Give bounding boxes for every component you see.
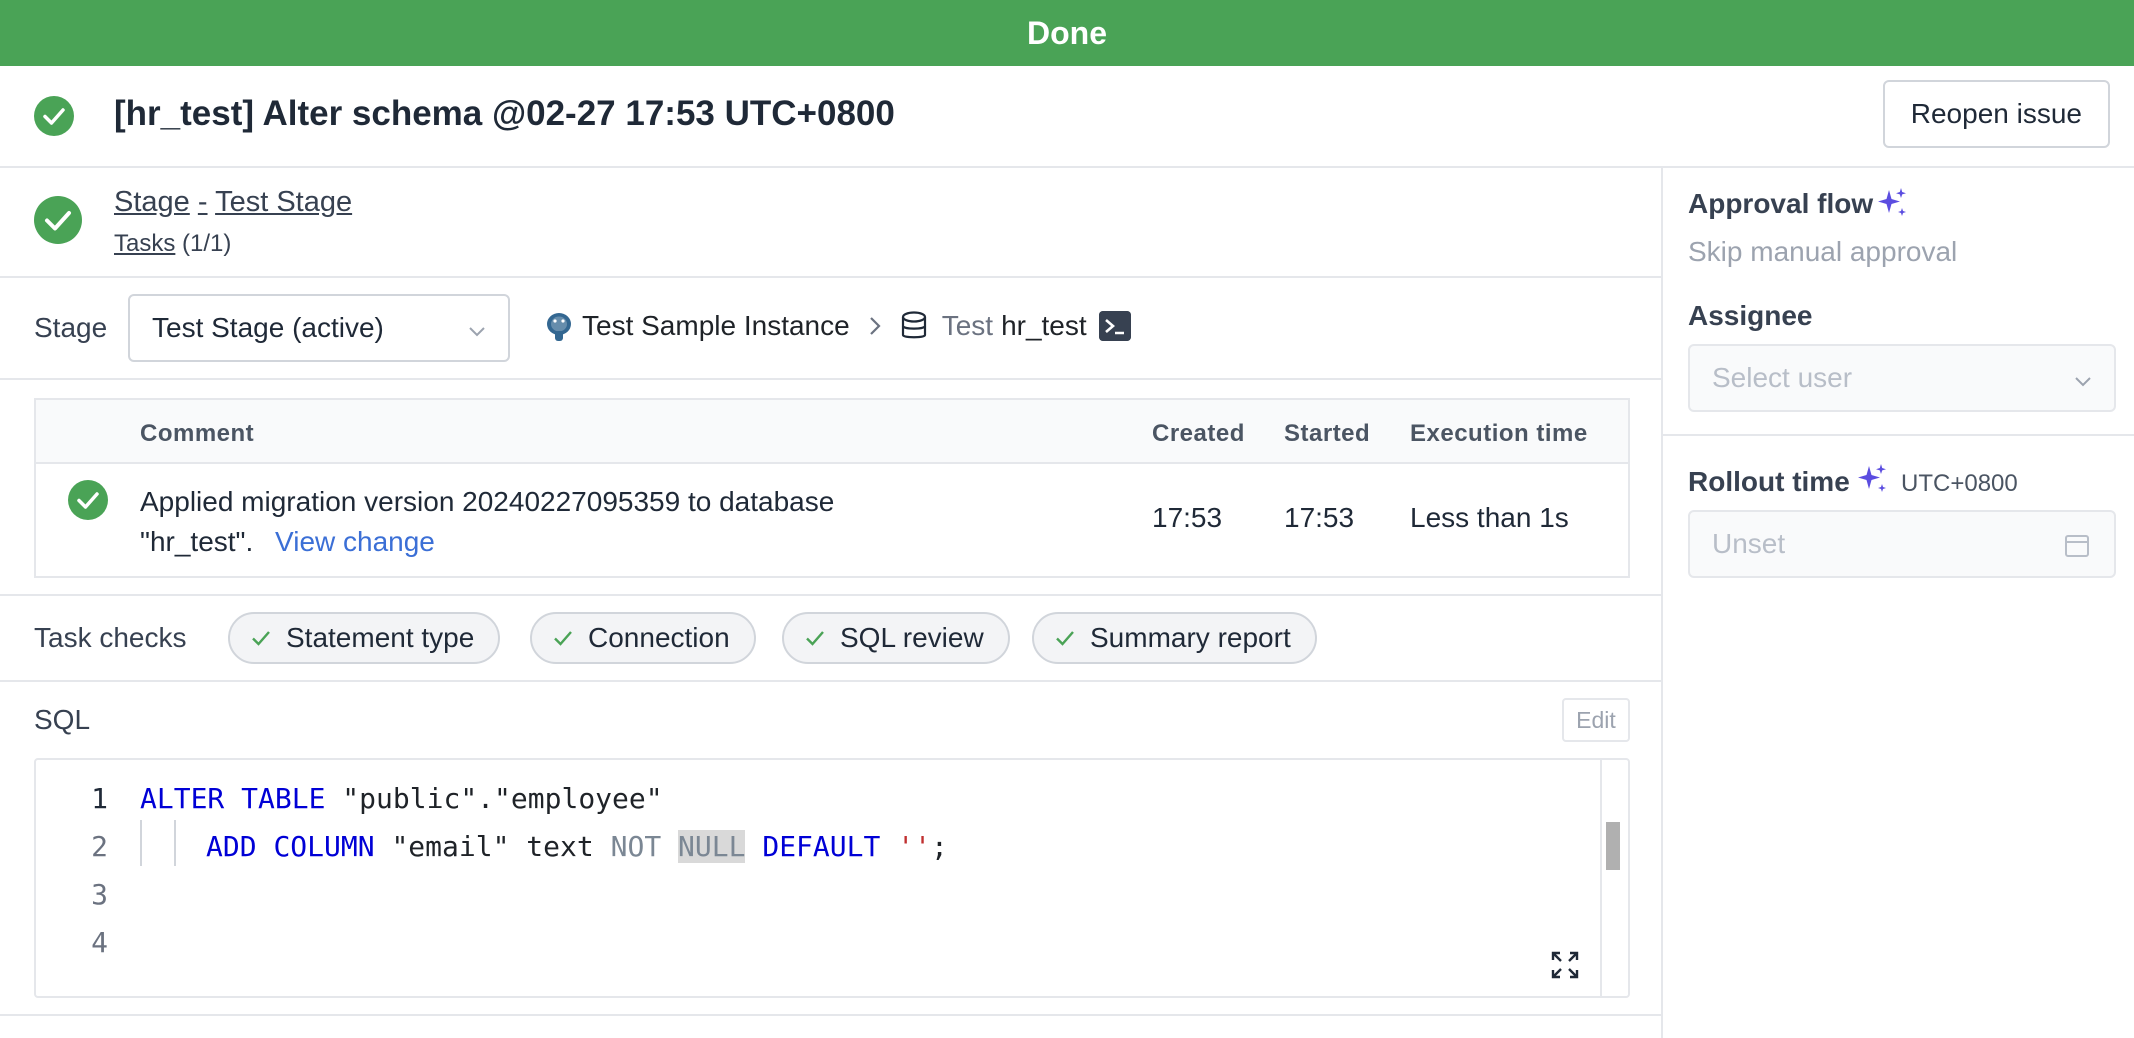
check-chip-summary-report[interactable]: Summary report: [1032, 612, 1317, 664]
run-execution-time: Less than 1s: [1410, 502, 1569, 533]
line-number: 2: [91, 830, 108, 863]
tasks-link[interactable]: Tasks: [114, 230, 175, 257]
editor-scrollbar[interactable]: [1600, 760, 1628, 996]
stage-word[interactable]: Stage: [114, 186, 190, 218]
stage-name-link[interactable]: Test Stage: [215, 186, 352, 218]
code-line-1: ALTER TABLE "public"."employee": [140, 782, 663, 815]
divider: [1663, 434, 2134, 436]
sql-code-editor[interactable]: 1 2 3 4 ALTER TABLE "public"."employee" …: [34, 758, 1630, 998]
sql-section-title: SQL: [34, 704, 91, 735]
rollout-placeholder: Unset: [1712, 528, 1786, 559]
rollout-timezone: UTC+0800: [1901, 470, 2018, 497]
line-number: 4: [91, 926, 108, 959]
scrollbar-thumb[interactable]: [1606, 822, 1620, 870]
reopen-issue-button[interactable]: Reopen issue: [1882, 80, 2110, 148]
instance-name[interactable]: Test Sample Instance: [582, 310, 850, 342]
rollout-time-picker[interactable]: Unset: [1688, 510, 2116, 578]
check-icon: [1056, 631, 1074, 646]
assignee-placeholder: Select user: [1712, 362, 1853, 393]
issue-title: [hr_test] Alter schema @02-27 17:53 UTC+…: [114, 94, 895, 133]
database-name[interactable]: hr_test: [1001, 310, 1087, 342]
run-started: 17:53: [1284, 502, 1355, 533]
line-number: 1: [91, 782, 108, 815]
divider: [0, 1014, 1663, 1016]
edit-sql-button[interactable]: Edit: [1562, 698, 1630, 742]
column-header-comment: Comment: [140, 420, 255, 447]
task-checks-bar: Task checks Statement type Connection SQ…: [0, 594, 1663, 682]
view-change-link[interactable]: View change: [275, 526, 435, 557]
run-comment: Applied migration version 20240227095359…: [140, 482, 860, 562]
column-header-started: Started: [1284, 420, 1371, 447]
tasks-summary: Tasks (1/1): [114, 230, 231, 258]
table-header: Comment Created Started Execution time: [36, 400, 1628, 464]
stage-separator: -: [197, 186, 208, 218]
check-chip-connection[interactable]: Connection: [530, 612, 756, 664]
check-icon: [806, 631, 824, 646]
sparkle-icon: [1878, 188, 1906, 216]
check-icon: [554, 631, 572, 646]
issue-sidebar: Approval flow Skip manual approval Assig…: [1663, 168, 2134, 1038]
issue-header: [hr_test] Alter schema @02-27 17:53 UTC+…: [0, 66, 2134, 168]
line-number: 3: [91, 878, 108, 911]
stage-select[interactable]: Test Stage (active): [128, 294, 510, 362]
check-icon: [252, 631, 270, 646]
done-check-icon: [34, 96, 74, 136]
calendar-icon: [2065, 535, 2089, 557]
chevron-right-icon: [869, 317, 881, 335]
task-checks-label: Task checks: [34, 622, 187, 653]
expand-icon[interactable]: [1550, 950, 1580, 980]
postgresql-icon: [547, 313, 571, 341]
sql-editor-icon[interactable]: [1098, 311, 1131, 341]
stage-done-icon: [34, 196, 82, 244]
status-banner: Done: [0, 0, 2134, 66]
environment-name: Test: [941, 310, 994, 341]
column-header-execution-time: Execution time: [1410, 420, 1588, 447]
main-panel: Stage - Test Stage Tasks (1/1) Stage Tes…: [0, 168, 1663, 1038]
tasks-count: (1/1): [182, 230, 232, 257]
run-success-icon: [68, 480, 108, 520]
stage-select-value: Test Stage (active): [152, 312, 384, 343]
database-breadcrumb: Test Sample Instance Test hr_test: [542, 304, 1131, 348]
database-icon: [901, 311, 926, 339]
chevron-down-icon: [469, 327, 485, 337]
indent-guide: [140, 820, 142, 866]
check-chip-statement-type[interactable]: Statement type: [228, 612, 501, 664]
stage-breadcrumb[interactable]: Stage - Test Stage: [114, 186, 352, 219]
indent-guide: [174, 820, 176, 866]
run-comment-text: Applied migration version 20240227095359…: [140, 486, 835, 557]
assignee-select[interactable]: Select user: [1688, 344, 2116, 412]
stage-summary: Stage - Test Stage Tasks (1/1): [0, 168, 1663, 278]
check-chip-label: Connection: [588, 622, 730, 653]
run-created: 17:53: [1152, 502, 1223, 533]
assignee-title: Assignee: [1688, 300, 1813, 331]
check-chip-label: SQL review: [840, 622, 984, 653]
check-chip-label: Summary report: [1090, 622, 1291, 653]
code-line-2: ADD COLUMN "email" text NOT NULL DEFAULT…: [206, 830, 948, 863]
approval-flow-title: Approval flow: [1688, 188, 1874, 219]
stage-label: Stage: [34, 312, 108, 343]
sparkle-icon: [1858, 464, 1886, 492]
status-text: Done: [1027, 14, 1107, 51]
check-chip-label: Statement type: [286, 622, 475, 653]
approval-flow-value: Skip manual approval: [1688, 236, 1958, 267]
task-run-table: Comment Created Started Execution time A…: [34, 398, 1630, 578]
table-row: Applied migration version 20240227095359…: [36, 464, 1628, 578]
column-header-created: Created: [1152, 420, 1245, 447]
check-chip-sql-review[interactable]: SQL review: [782, 612, 1010, 664]
rollout-time-title: Rollout time: [1688, 466, 1850, 497]
chevron-down-icon: [2075, 377, 2091, 387]
stage-selector-row: Stage Test Stage (active) Test Sample In…: [0, 278, 1663, 380]
